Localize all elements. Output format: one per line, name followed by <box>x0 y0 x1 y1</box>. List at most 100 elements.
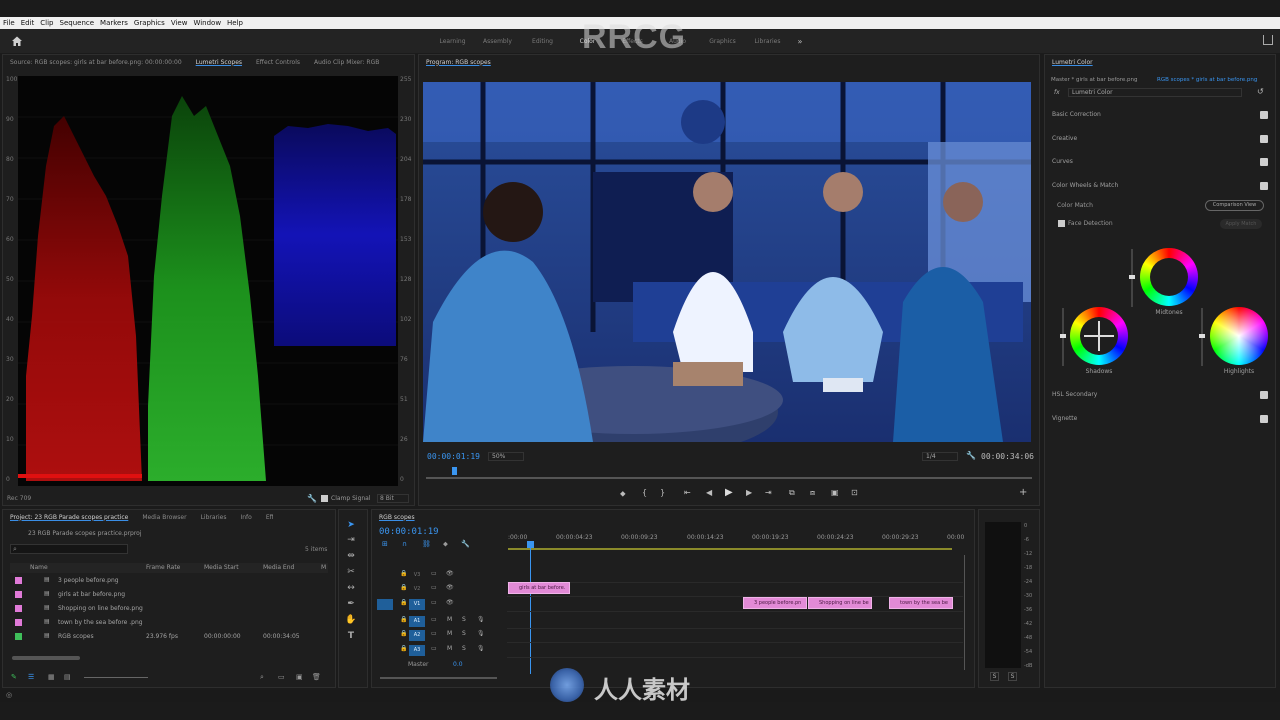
toggle-sync-icon[interactable]: ▭ <box>431 630 437 637</box>
add-marker-icon[interactable]: ⬥ <box>443 540 448 549</box>
tab-libraries[interactable]: Libraries <box>194 514 234 521</box>
column-more[interactable]: M <box>321 564 326 571</box>
apply-match-button[interactable]: Apply Match <box>1220 219 1262 229</box>
timeline-clip[interactable]: Shopping on line be <box>808 597 872 609</box>
search-input[interactable]: ⌕ <box>10 544 128 554</box>
source-patch[interactable] <box>377 630 393 641</box>
razor-tool-icon[interactable]: ✂ <box>345 566 357 578</box>
project-item-row[interactable]: ▤ Shopping on line before.png <box>10 602 328 616</box>
program-timecode[interactable]: 00:00:01:19 <box>427 452 480 461</box>
vignette-checkbox[interactable] <box>1260 415 1268 423</box>
highlights-slider-handle[interactable] <box>1199 334 1205 338</box>
freeform-view-icon[interactable]: ▤ <box>64 673 71 681</box>
zoom-select[interactable]: 50% <box>488 452 524 461</box>
project-item-row[interactable]: ▤ RGB scopes 23.976 fps 00:00:00:00 00:00:34… <box>10 630 328 644</box>
timeline-clip[interactable]: girls at bar before. <box>508 582 570 594</box>
section-creative[interactable]: Creative <box>1052 135 1272 147</box>
menu-file[interactable]: File <box>0 19 18 27</box>
track-lane[interactable] <box>507 628 963 629</box>
basic-correction-checkbox[interactable] <box>1260 111 1268 119</box>
camera-icon[interactable]: ▣ <box>831 488 839 497</box>
tab-effect-controls[interactable]: Effect Controls <box>249 59 307 66</box>
menu-sequence[interactable]: Sequence <box>57 19 98 27</box>
new-bin-icon[interactable]: ▭ <box>278 673 285 681</box>
workspace-learning[interactable]: Learning <box>430 38 475 45</box>
resolution-select[interactable]: 1/4 <box>922 452 958 461</box>
reset-icon[interactable]: ↺ <box>1257 87 1264 96</box>
label-color-swatch[interactable] <box>15 591 22 598</box>
workspace-assembly[interactable]: Assembly <box>475 38 520 45</box>
section-basic-correction[interactable]: Basic Correction <box>1052 111 1272 123</box>
share-icon[interactable] <box>1263 35 1273 45</box>
program-scrub-bar[interactable] <box>426 477 1032 479</box>
project-item-row[interactable]: ▤ town by the sea before .png <box>10 616 328 630</box>
timeline-playhead-head[interactable] <box>527 541 534 548</box>
insert-icon[interactable]: ⧉ <box>789 488 795 498</box>
mark-in-icon[interactable]: { <box>642 488 647 497</box>
compare-icon[interactable]: ⊡ <box>851 488 858 497</box>
more-workspaces-icon[interactable]: » <box>790 37 810 46</box>
playhead-marker[interactable] <box>452 467 457 475</box>
workspace-libraries[interactable]: Libraries <box>745 38 790 45</box>
mark-out-icon[interactable]: } <box>660 488 665 497</box>
toggle-sync-icon[interactable]: ▭ <box>431 599 437 606</box>
overwrite-icon[interactable]: ⧈ <box>810 488 815 498</box>
lock-icon[interactable]: 🔒 <box>400 584 407 591</box>
find-icon[interactable]: ⌕ <box>260 673 264 682</box>
master-value[interactable]: 0.0 <box>453 661 463 668</box>
selection-tool-icon[interactable]: ➤ <box>345 519 357 531</box>
mute-icon[interactable]: M <box>447 645 452 652</box>
solo-icon[interactable]: S <box>462 616 466 623</box>
solo-button-right[interactable]: S <box>1008 672 1017 681</box>
trash-icon[interactable]: 🗑 <box>312 673 321 681</box>
creative-checkbox[interactable] <box>1260 135 1268 143</box>
toggle-sync-icon[interactable]: ▭ <box>431 616 437 623</box>
toggle-sync-icon[interactable]: ▭ <box>431 584 437 591</box>
clamp-signal-checkbox[interactable] <box>321 495 328 502</box>
microphone-icon[interactable]: 🎙 <box>477 645 485 652</box>
track-lane[interactable] <box>507 642 963 643</box>
project-item-row[interactable]: ▤ girls at bar before.png <box>10 588 328 602</box>
icon-view-icon[interactable]: ▦ <box>48 673 55 681</box>
menu-view[interactable]: View <box>168 19 191 27</box>
tab-info[interactable]: Info <box>233 514 258 521</box>
eye-icon[interactable]: 👁 <box>446 584 454 591</box>
column-name[interactable]: Name <box>30 564 48 571</box>
bit-depth-select[interactable]: 8 Bit <box>377 494 409 503</box>
step-forward-icon[interactable]: ▶ <box>746 488 752 497</box>
home-icon[interactable] <box>11 35 23 47</box>
menu-markers[interactable]: Markers <box>97 19 131 27</box>
solo-icon[interactable]: S <box>462 645 466 652</box>
source-patch[interactable] <box>377 645 393 656</box>
track-label[interactable]: A1 <box>409 616 425 627</box>
mute-icon[interactable]: M <box>447 616 452 623</box>
track-label[interactable]: A3 <box>409 645 425 656</box>
list-view-icon[interactable]: ☰ <box>28 673 34 681</box>
track-select-tool-icon[interactable]: ⇥ <box>345 534 357 546</box>
track-label[interactable]: V1 <box>409 599 425 610</box>
curves-checkbox[interactable] <box>1260 158 1268 166</box>
nest-icon[interactable]: ⊞ <box>382 540 388 548</box>
timeline-v-scroll[interactable] <box>964 555 965 670</box>
toggle-sync-icon[interactable]: ▭ <box>431 645 437 652</box>
label-color-swatch[interactable] <box>15 633 22 640</box>
add-button-icon[interactable]: + <box>1019 487 1027 498</box>
linked-selection-icon[interactable]: ⛓ <box>422 540 431 548</box>
track-label[interactable]: V3 <box>409 570 425 581</box>
label-color-swatch[interactable] <box>15 577 22 584</box>
column-media-end[interactable]: Media End <box>263 564 294 571</box>
settings-wrench-icon[interactable]: 🔧 <box>966 451 976 460</box>
section-hsl-secondary[interactable]: HSL Secondary <box>1052 391 1272 403</box>
type-tool-icon[interactable]: T <box>345 630 357 642</box>
tab-lumetri-scopes[interactable]: Lumetri Scopes <box>189 59 249 66</box>
slip-tool-icon[interactable]: ↔ <box>345 582 357 594</box>
track-lane[interactable] <box>507 611 963 612</box>
shadows-slider-handle[interactable] <box>1060 334 1066 338</box>
pen-tool-icon[interactable]: ✒ <box>345 598 357 610</box>
solo-icon[interactable]: S <box>462 630 466 637</box>
work-area-bar[interactable] <box>508 548 952 550</box>
face-detection-checkbox[interactable] <box>1058 220 1065 227</box>
label-color-swatch[interactable] <box>15 619 22 626</box>
section-curves[interactable]: Curves <box>1052 158 1272 170</box>
menu-edit[interactable]: Edit <box>18 19 38 27</box>
